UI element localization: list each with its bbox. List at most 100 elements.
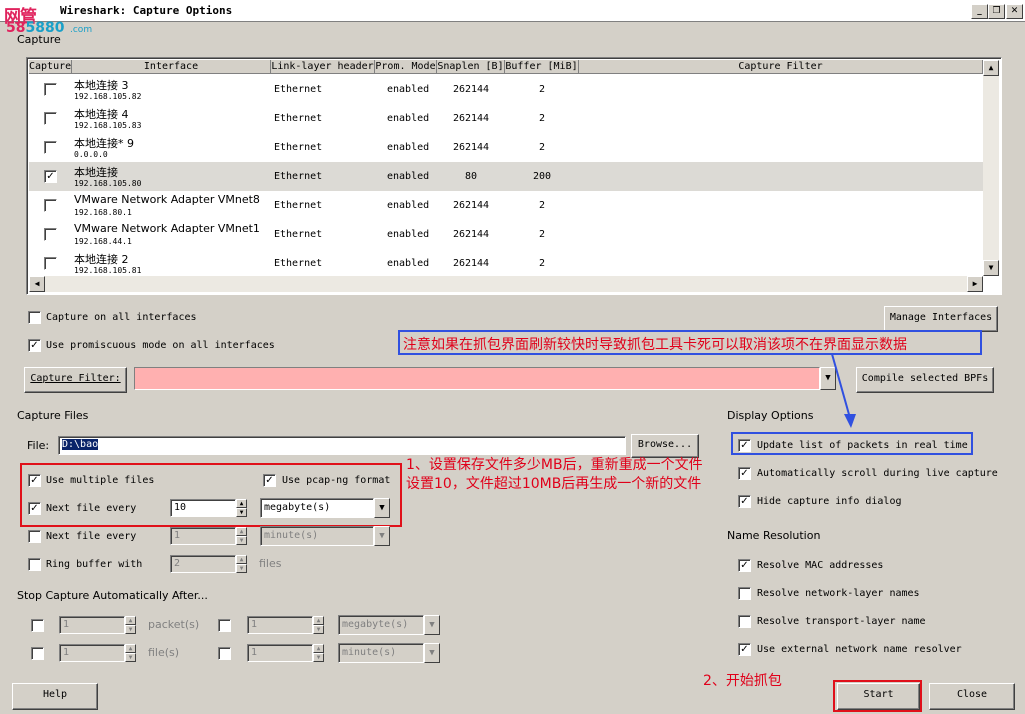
col-capture[interactable]: Capture (29, 60, 72, 74)
capture-all-checkbox[interactable] (28, 311, 41, 324)
auto-scroll-checkbox[interactable]: ✓ (738, 467, 751, 480)
snaplen-cell: 262144 (452, 200, 490, 211)
ring-buffer-unit: files (259, 557, 282, 570)
vertical-scrollbar[interactable]: ▲ ▼ (983, 60, 999, 276)
promiscuous-checkbox[interactable]: ✓ (28, 339, 41, 352)
table-row[interactable]: 本地连接 2 192.168.105.81 Ethernet enabled 26214… (29, 249, 983, 278)
spin-down-icon[interactable]: ▼ (313, 653, 324, 662)
hide-info-label: Hide capture info dialog (757, 496, 902, 507)
ring-buffer-checkbox[interactable] (28, 558, 41, 571)
spin-up-icon[interactable]: ▲ (236, 499, 247, 508)
col-buffer[interactable]: Buffer [MiB] (505, 60, 579, 74)
spin-down-icon[interactable]: ▼ (236, 536, 247, 545)
auto-scroll-label: Automatically scroll during live capture (757, 468, 998, 479)
resolve-network-checkbox[interactable] (738, 587, 751, 600)
stop-time-input[interactable]: 1 (247, 644, 313, 662)
stop-packets-checkbox[interactable] (31, 619, 44, 632)
unit-dropdown-arrow-icon[interactable]: ▼ (374, 526, 390, 546)
blue-annotation-box: 注意如果在抓包界面刷新较快时导致抓包工具卡死可以取消该项不在界面显示数据 (398, 330, 982, 355)
pcapng-checkbox[interactable]: ✓ (263, 474, 276, 487)
unit-dropdown-arrow-icon[interactable]: ▼ (424, 643, 440, 663)
interface-name: 本地连接* 9 (74, 137, 134, 150)
spin-down-icon[interactable]: ▼ (125, 653, 136, 662)
external-resolver-checkbox[interactable]: ✓ (738, 643, 751, 656)
update-realtime-checkbox[interactable]: ✓ (738, 439, 751, 452)
row-capture-checkbox[interactable] (44, 83, 57, 96)
row-capture-checkbox[interactable] (44, 141, 57, 154)
file-path-input[interactable]: D:\bao (58, 436, 626, 455)
resolve-transport-checkbox[interactable] (738, 615, 751, 628)
next-file-size-unit-select[interactable]: megabyte(s) (260, 498, 374, 518)
spin-up-icon[interactable]: ▲ (313, 644, 324, 653)
stop-size-unit-select[interactable]: megabyte(s) (338, 615, 424, 635)
compile-bpfs-button[interactable]: Compile selected BPFs (856, 367, 994, 393)
col-snaplen[interactable]: Snaplen [B] (437, 60, 505, 74)
interface-ip: 0.0.0.0 (74, 150, 108, 159)
prom-mode-cell: enabled (387, 258, 430, 269)
next-file-time-unit-select[interactable]: minute(s) (260, 526, 374, 546)
capture-filter-input[interactable] (134, 367, 820, 390)
spin-down-icon[interactable]: ▼ (313, 625, 324, 634)
scroll-up-arrow-icon[interactable]: ▲ (983, 60, 999, 76)
unit-dropdown-arrow-icon[interactable]: ▼ (374, 498, 390, 518)
next-file-size-input[interactable]: 10 (170, 499, 236, 517)
table-row[interactable]: 本地连接* 9 0.0.0.0 Ethernet enabled 262144 2 (29, 133, 983, 162)
row-capture-checkbox[interactable] (44, 257, 57, 270)
spin-up-icon[interactable]: ▲ (236, 527, 247, 536)
table-row[interactable]: ✓ 本地连接 192.168.105.80 Ethernet enabled 80 200 (29, 162, 983, 191)
stop-files-input[interactable]: 1 (59, 644, 125, 662)
spin-down-icon[interactable]: ▼ (236, 564, 247, 573)
close-window-button[interactable]: ✕ (1006, 4, 1023, 19)
annotation-arrow-icon (831, 353, 856, 428)
hide-info-checkbox[interactable]: ✓ (738, 495, 751, 508)
prom-mode-cell: enabled (387, 113, 430, 124)
minimize-button[interactable]: _ (971, 4, 988, 19)
spin-up-icon[interactable]: ▲ (236, 555, 247, 564)
stop-packets-input[interactable]: 1 (59, 616, 125, 634)
resolve-mac-checkbox[interactable]: ✓ (738, 559, 751, 572)
spin-up-icon[interactable]: ▲ (125, 644, 136, 653)
col-capture-filter[interactable]: Capture Filter (579, 60, 983, 74)
table-row[interactable]: VMware Network Adapter VMnet8 192.168.80.… (29, 191, 983, 220)
next-file-size-checkbox[interactable]: ✓ (28, 502, 41, 515)
col-interface[interactable]: Interface (72, 60, 271, 74)
manage-interfaces-button[interactable]: Manage Interfaces (884, 306, 998, 332)
spin-up-icon[interactable]: ▲ (313, 616, 324, 625)
help-button[interactable]: Help (12, 683, 98, 710)
file-path-value: D:\bao (62, 439, 99, 450)
table-row[interactable]: 本地连接 3 192.168.105.82 Ethernet enabled 26214… (29, 75, 983, 104)
close-button[interactable]: Close (929, 683, 1015, 710)
stop-size-checkbox[interactable] (218, 619, 231, 632)
maximize-button[interactable]: ❐ (988, 4, 1005, 19)
horizontal-scrollbar[interactable]: ◀ ▶ (29, 276, 983, 292)
table-row[interactable]: VMware Network Adapter VMnet1 192.168.44.… (29, 220, 983, 249)
stop-size-input[interactable]: 1 (247, 616, 313, 634)
col-link-layer[interactable]: Link-layer header (271, 60, 375, 74)
prom-mode-cell: enabled (387, 142, 430, 153)
scroll-left-arrow-icon[interactable]: ◀ (29, 276, 45, 292)
ring-buffer-input[interactable]: 2 (170, 555, 236, 573)
start-button[interactable]: Start (837, 683, 920, 710)
row-capture-checkbox[interactable] (44, 112, 57, 125)
stop-time-unit-select[interactable]: minute(s) (338, 643, 424, 663)
row-capture-checkbox[interactable]: ✓ (44, 170, 57, 183)
capture-filter-button[interactable]: Capture Filter: (24, 367, 127, 393)
stop-files-checkbox[interactable] (31, 647, 44, 660)
use-multiple-files-checkbox[interactable]: ✓ (28, 474, 41, 487)
spin-down-icon[interactable]: ▼ (125, 625, 136, 634)
promiscuous-label: Use promiscuous mode on all interfaces (46, 340, 275, 351)
stop-time-checkbox[interactable] (218, 647, 231, 660)
unit-dropdown-arrow-icon[interactable]: ▼ (424, 615, 440, 635)
row-capture-checkbox[interactable] (44, 228, 57, 241)
scroll-down-arrow-icon[interactable]: ▼ (983, 260, 999, 276)
table-row[interactable]: 本地连接 4 192.168.105.83 Ethernet enabled 26214… (29, 104, 983, 133)
row-capture-checkbox[interactable] (44, 199, 57, 212)
resolve-mac-label: Resolve MAC addresses (757, 560, 884, 571)
interface-table[interactable]: Capture Interface Link-layer header Prom… (26, 57, 1002, 295)
next-file-time-input[interactable]: 1 (170, 527, 236, 545)
spin-down-icon[interactable]: ▼ (236, 508, 247, 517)
scroll-right-arrow-icon[interactable]: ▶ (967, 276, 983, 292)
spin-up-icon[interactable]: ▲ (125, 616, 136, 625)
col-prom-mode[interactable]: Prom. Mode (375, 60, 437, 74)
next-file-time-checkbox[interactable] (28, 530, 41, 543)
